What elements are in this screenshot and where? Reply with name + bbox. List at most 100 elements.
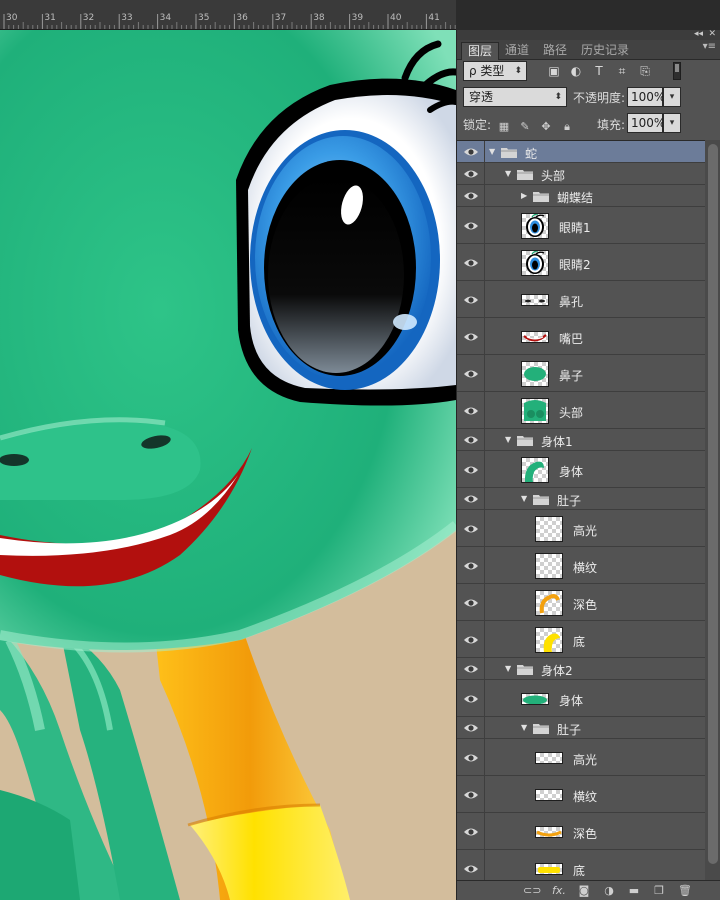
collapse-triangle-icon[interactable]: ▼ [521, 494, 527, 503]
tab-history[interactable]: 历史记录 [575, 42, 635, 60]
adjustment-filter-icon[interactable]: ◐ [568, 63, 584, 79]
visibility-eye-icon[interactable] [463, 190, 479, 204]
layer-row[interactable]: 眼睛2 [457, 244, 705, 281]
lock-image-pixels-icon[interactable]: ✎ [518, 120, 532, 134]
visibility-eye-icon[interactable] [463, 863, 479, 877]
visibility-eye-icon[interactable] [463, 331, 479, 345]
smart-object-filter-icon[interactable]: ⎘ [637, 63, 653, 79]
panel-menu-icon[interactable]: ▾≡ [703, 41, 716, 52]
layer-thumbnail[interactable] [535, 751, 563, 764]
visibility-eye-icon[interactable] [463, 523, 479, 537]
layer-thumbnail[interactable] [521, 330, 549, 343]
layer-name[interactable]: 身体1 [541, 433, 573, 450]
layer-row[interactable]: 横纹 [457, 547, 705, 584]
collapse-panel-icon[interactable]: ◂◂ [694, 29, 703, 39]
visibility-eye-icon[interactable] [463, 693, 479, 707]
layer-thumbnail[interactable] [535, 626, 563, 653]
layer-row[interactable]: 底 [457, 621, 705, 658]
layer-name[interactable]: 身体 [559, 463, 583, 480]
layer-list-scrollbar[interactable] [705, 140, 720, 880]
opacity-dropdown-icon[interactable]: ▾ [663, 87, 681, 107]
layer-row[interactable]: 高光 [457, 510, 705, 547]
layer-group-row[interactable]: ▼ 身体1 [457, 429, 705, 451]
visibility-eye-icon[interactable] [463, 597, 479, 611]
layer-thumbnail[interactable] [521, 293, 549, 306]
layer-name[interactable]: 横纹 [573, 788, 597, 805]
layer-group-row[interactable]: ▼ 肚子 [457, 488, 705, 510]
fill-dropdown-icon[interactable]: ▾ [663, 113, 681, 133]
layer-row[interactable]: 鼻孔 [457, 281, 705, 318]
lock-transparent-pixels-icon[interactable]: ▦ [497, 120, 511, 134]
tab-channels[interactable]: 通道 [499, 42, 535, 60]
layer-name[interactable]: 横纹 [573, 559, 597, 576]
layer-name[interactable]: 身体2 [541, 662, 573, 679]
fill-field[interactable]: 100% [627, 113, 665, 133]
filter-kind-select[interactable]: ρ 类型 ⬍ [463, 61, 527, 81]
layer-name[interactable]: 鼻孔 [559, 293, 583, 310]
visibility-eye-icon[interactable] [463, 294, 479, 308]
layer-name[interactable]: 头部 [559, 404, 583, 421]
add-mask-icon[interactable]: ◙ [576, 883, 592, 899]
layer-name[interactable]: 眼睛2 [559, 256, 591, 273]
layer-thumbnail[interactable] [535, 515, 563, 542]
layer-name[interactable]: 深色 [573, 825, 597, 842]
visibility-eye-icon[interactable] [463, 464, 479, 478]
visibility-eye-icon[interactable] [463, 168, 479, 182]
tab-layers[interactable]: 图层 [461, 42, 500, 60]
visibility-eye-icon[interactable] [463, 789, 479, 803]
visibility-eye-icon[interactable] [463, 368, 479, 382]
visibility-eye-icon[interactable] [463, 220, 479, 234]
visibility-eye-icon[interactable] [463, 752, 479, 766]
layer-name[interactable]: 高光 [573, 522, 597, 539]
layer-thumbnail[interactable] [521, 360, 549, 387]
layer-row[interactable]: 高光 [457, 739, 705, 776]
visibility-eye-icon[interactable] [463, 722, 479, 736]
fx-icon[interactable]: fx. [551, 883, 567, 899]
layer-group-row[interactable]: ▼ 身体2 [457, 658, 705, 680]
collapse-triangle-icon[interactable]: ▼ [489, 147, 495, 156]
document-canvas[interactable] [0, 30, 456, 900]
layer-thumbnail[interactable] [535, 862, 563, 875]
filter-toggle[interactable] [673, 62, 681, 80]
layer-thumbnail[interactable] [535, 788, 563, 801]
adjustment-layer-icon[interactable]: ◑ [601, 883, 617, 899]
type-filter-icon[interactable]: T [591, 63, 607, 79]
visibility-eye-icon[interactable] [463, 826, 479, 840]
collapse-triangle-icon[interactable]: ▼ [521, 723, 527, 732]
layer-thumbnail[interactable] [521, 456, 549, 483]
blend-mode-select[interactable]: 穿透 ⬍ [463, 87, 567, 107]
layer-group-row[interactable]: ▼ 蛇 [457, 141, 705, 163]
layer-row[interactable]: 鼻子 [457, 355, 705, 392]
layer-name[interactable]: 肚子 [557, 721, 581, 738]
visibility-eye-icon[interactable] [463, 257, 479, 271]
layer-row[interactable]: 横纹 [457, 776, 705, 813]
layer-row[interactable]: 底 [457, 850, 705, 880]
layer-row[interactable]: 深色 [457, 584, 705, 621]
layer-group-row[interactable]: ▶ 蝴蝶结 [457, 185, 705, 207]
collapse-triangle-icon[interactable]: ▼ [505, 169, 511, 178]
visibility-eye-icon[interactable] [463, 405, 479, 419]
layer-thumbnail[interactable] [521, 692, 549, 705]
layer-name[interactable]: 底 [573, 862, 585, 879]
layer-row[interactable]: 身体 [457, 451, 705, 488]
layer-group-row[interactable]: ▼ 头部 [457, 163, 705, 185]
visibility-eye-icon[interactable] [463, 663, 479, 677]
layer-name[interactable]: 身体 [559, 692, 583, 709]
visibility-eye-icon[interactable] [463, 560, 479, 574]
layer-thumbnail[interactable] [521, 212, 549, 239]
lock-all-icon[interactable]: 🔒︎ [560, 120, 574, 134]
new-layer-icon[interactable]: ❐ [651, 883, 667, 899]
layer-name[interactable]: 鼻子 [559, 367, 583, 384]
layer-name[interactable]: 底 [573, 633, 585, 650]
tab-paths[interactable]: 路径 [537, 42, 573, 60]
layer-thumbnail[interactable] [535, 825, 563, 838]
image-filter-icon[interactable]: ▣ [546, 63, 562, 79]
lock-position-icon[interactable]: ✥ [539, 120, 553, 134]
horizontal-ruler[interactable]: 30313233343536373839404142434445464748 [0, 0, 456, 30]
expand-triangle-icon[interactable]: ▶ [521, 191, 527, 200]
layer-name[interactable]: 肚子 [557, 492, 581, 509]
opacity-field[interactable]: 100% [627, 87, 665, 107]
collapse-triangle-icon[interactable]: ▼ [505, 664, 511, 673]
close-panel-icon[interactable]: ✕ [708, 29, 716, 39]
visibility-eye-icon[interactable] [463, 146, 479, 160]
